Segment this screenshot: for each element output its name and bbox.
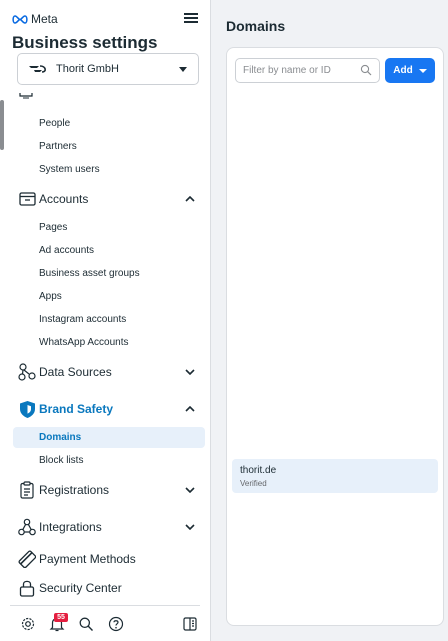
domain-status: Verified — [240, 479, 267, 488]
settings-gear-icon[interactable] — [20, 616, 36, 632]
sidebar-item-business-asset-groups[interactable]: Business asset groups — [39, 268, 140, 279]
sidebar-item-people[interactable]: People — [39, 118, 70, 129]
sidebar-section-label: Data Sources — [39, 365, 112, 379]
collapse-sidebar-icon[interactable] — [182, 616, 198, 632]
data-sources-icon — [17, 362, 37, 382]
add-button[interactable]: Add — [385, 58, 435, 83]
chevron-down-icon — [418, 68, 427, 73]
clipboard-icon — [17, 480, 37, 500]
sidebar-item-system-users[interactable]: System users — [39, 164, 100, 175]
sidebar-section-integrations[interactable]: Integrations — [12, 515, 196, 539]
integrations-icon — [17, 517, 37, 537]
shield-icon — [17, 399, 37, 419]
lock-icon — [17, 578, 37, 598]
users-icon — [19, 93, 33, 99]
sidebar-item-block-lists[interactable]: Block lists — [39, 455, 83, 466]
domain-list-item[interactable]: thorit.de Verified — [232, 459, 438, 493]
sidebar-topbar: Meta — [12, 10, 198, 30]
chevron-up-icon — [184, 193, 196, 205]
hamburger-menu-icon[interactable] — [184, 11, 198, 25]
sidebar-section-data-sources[interactable]: Data Sources — [12, 360, 196, 384]
add-button-label: Add — [393, 65, 413, 76]
sidebar-section-label: Registrations — [39, 483, 110, 497]
page-title: Business settings — [12, 33, 158, 52]
sidebar-scrollbar[interactable] — [0, 100, 4, 150]
sidebar-item-whatsapp-accounts[interactable]: WhatsApp Accounts — [39, 337, 129, 348]
sidebar-item-label: Payment Methods — [39, 552, 136, 566]
sidebar-section-registrations[interactable]: Registrations — [12, 478, 196, 502]
sidebar: Meta Business settings Thorit GmbH Peopl… — [0, 0, 211, 641]
business-name: Thorit GmbH — [56, 63, 119, 75]
meta-infinity-icon — [12, 14, 28, 24]
sidebar-item-pages[interactable]: Pages — [39, 222, 67, 233]
search-icon — [360, 64, 372, 76]
sidebar-item-apps[interactable]: Apps — [39, 291, 62, 302]
filter-input[interactable] — [235, 58, 380, 83]
main-title: Domains — [226, 18, 286, 34]
sidebar-section-label: Accounts — [39, 192, 89, 206]
sidebar-item-partners[interactable]: Partners — [39, 141, 77, 152]
chevron-down-icon — [184, 366, 196, 378]
sidebar-section-brand-safety[interactable]: Brand Safety — [12, 397, 196, 421]
accounts-icon — [17, 189, 37, 209]
chevron-down-icon — [184, 484, 196, 496]
sidebar-item-label: Domains — [39, 432, 82, 443]
sidebar-bottom-bar — [10, 605, 200, 641]
sidebar-item-security-center[interactable]: Security Center — [12, 576, 196, 600]
payment-card-icon — [17, 549, 37, 569]
notification-count-badge: 55 — [54, 613, 68, 622]
meta-logo: Meta — [12, 12, 58, 26]
dropdown-caret-icon — [179, 66, 187, 72]
domain-name: thorit.de — [240, 465, 277, 476]
search-icon[interactable] — [78, 616, 94, 632]
chevron-up-icon — [184, 403, 196, 415]
sidebar-section-accounts[interactable]: Accounts — [12, 187, 196, 211]
sidebar-item-ad-accounts[interactable]: Ad accounts — [39, 245, 94, 256]
sidebar-section-label: Integrations — [39, 520, 102, 534]
help-icon[interactable] — [108, 616, 124, 632]
domains-panel: Add thorit.de Verified — [226, 47, 444, 626]
chevron-down-icon — [184, 521, 196, 533]
business-logo-icon — [29, 65, 46, 73]
sidebar-section-label: Brand Safety — [39, 402, 114, 416]
sidebar-item-payment-methods[interactable]: Payment Methods — [12, 547, 196, 571]
brand-name: Meta — [31, 12, 58, 26]
business-selector[interactable]: Thorit GmbH — [17, 53, 199, 85]
sidebar-item-domains[interactable]: Domains — [13, 427, 205, 448]
sidebar-item-instagram-accounts[interactable]: Instagram accounts — [39, 314, 126, 325]
sidebar-item-label: Security Center — [39, 581, 122, 595]
